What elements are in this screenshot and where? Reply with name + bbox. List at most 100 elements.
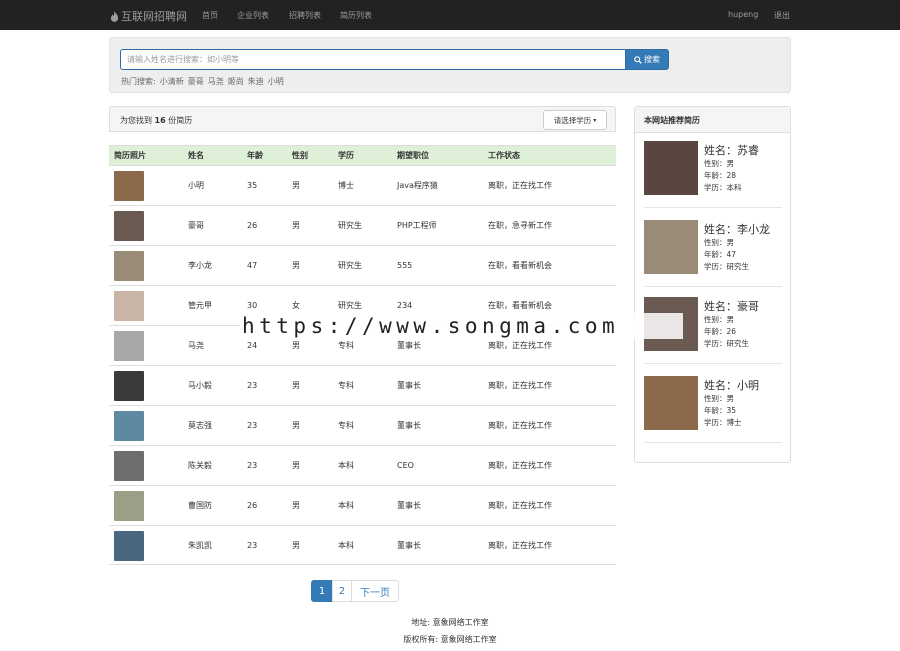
name-cell[interactable]: 曹国防 xyxy=(188,500,212,511)
recommended-panel: 本网站推荐简历 姓名：苏睿 性别：男 年龄：28 学历：本科 姓名：李小龙 性别：男 年龄：… xyxy=(634,106,791,463)
resume-photo[interactable] xyxy=(114,531,144,561)
name-cell[interactable]: 马尧 xyxy=(188,340,204,351)
results-count: 16 xyxy=(154,116,166,125)
education-cell: 本科 xyxy=(338,501,354,510)
age-cell: 47 xyxy=(247,261,258,270)
recommended-age: 年龄：28 xyxy=(704,171,737,180)
hot-term[interactable]: 小清新 xyxy=(160,76,184,87)
search-input[interactable]: 请输入姓名进行搜索：如小明等 xyxy=(120,49,626,70)
education-filter-dropdown[interactable]: 请选择学历 ▾ xyxy=(543,110,607,130)
recommended-item[interactable]: 姓名：小明 性别：男 年龄：35 学历：博士 xyxy=(644,376,782,438)
table-row[interactable]: 豪哥 26 男 研究生 PHP工程师 在职，急寻新工作 xyxy=(109,205,616,245)
resume-table: 简历照片 姓名 年龄 性别 学历 期望职位 工作状态 小明 35 男 博士 Java程序… xyxy=(109,145,616,565)
gender-cell: 男 xyxy=(292,341,300,350)
status-cell: 在职，看看新机会 xyxy=(488,261,552,270)
table-row[interactable]: 小明 35 男 博士 Java程序猿 离职，正在找工作 xyxy=(109,165,616,205)
name-cell[interactable]: 朱凯凯 xyxy=(188,540,212,551)
recommended-name[interactable]: 姓名：李小龙 xyxy=(704,221,770,237)
status-cell: 离职，正在找工作 xyxy=(488,421,552,430)
education-cell: 专科 xyxy=(338,341,354,350)
recommended-photo[interactable] xyxy=(644,220,698,274)
recommended-divider xyxy=(644,286,782,287)
col-education: 学历 xyxy=(338,151,354,160)
resume-photo[interactable] xyxy=(114,451,144,481)
job-cell: 董事长 xyxy=(397,421,421,430)
recommended-name[interactable]: 姓名：小明 xyxy=(704,377,759,393)
flame-icon xyxy=(110,10,119,22)
recommended-gender: 性别：男 xyxy=(704,315,734,324)
name-cell[interactable]: 马小毅 xyxy=(188,380,212,391)
age-cell: 35 xyxy=(247,181,258,190)
name-cell[interactable]: 莫志强 xyxy=(188,420,212,431)
hot-search-label: 热门搜索: xyxy=(121,77,156,86)
recommended-gender: 性别：男 xyxy=(704,238,734,247)
nav-companies[interactable]: 企业列表 xyxy=(237,10,269,21)
next-page-button[interactable]: 下一页 xyxy=(351,580,399,602)
recommended-education: 学历：研究生 xyxy=(704,339,749,348)
resume-photo[interactable] xyxy=(114,411,144,441)
hot-term[interactable]: 马尧 xyxy=(208,76,224,87)
status-cell: 在职，急寻新工作 xyxy=(488,221,552,230)
age-cell: 23 xyxy=(247,381,258,390)
resume-photo[interactable] xyxy=(114,251,144,281)
user-name[interactable]: hupeng xyxy=(728,10,758,19)
brand[interactable]: 互联网招聘网 xyxy=(110,8,187,24)
resume-photo[interactable] xyxy=(114,491,144,521)
education-filter-label: 请选择学历 xyxy=(553,115,592,125)
recommended-item[interactable]: 姓名：苏睿 性别：男 年龄：28 学历：本科 xyxy=(644,141,782,203)
table-body: 小明 35 男博士 Java程序猿 离职，正在找工作 豪哥 26 男研究生 PHP工程师 在职，急… xyxy=(109,165,616,565)
nav-jobs[interactable]: 招聘列表 xyxy=(289,10,321,21)
gender-cell: 男 xyxy=(292,461,300,470)
recommended-divider xyxy=(644,207,782,208)
hot-term[interactable]: 小明 xyxy=(268,76,284,87)
resume-photo[interactable] xyxy=(114,371,144,401)
recommended-name[interactable]: 姓名：豪哥 xyxy=(704,298,759,314)
table-row[interactable]: 马小毅 23 男 专科 董事长 离职，正在找工作 xyxy=(109,365,616,405)
search-button-label: 搜索 xyxy=(644,55,660,64)
footer-copyright: 版权所有: 意象网络工作室 xyxy=(403,635,497,644)
results-prefix: 为您找到 xyxy=(120,116,152,125)
gender-cell: 男 xyxy=(292,221,300,230)
nav-home[interactable]: 首页 xyxy=(202,10,218,21)
search-button[interactable]: 搜索 xyxy=(625,49,669,70)
resume-photo[interactable] xyxy=(114,291,144,321)
name-cell[interactable]: 管元甲 xyxy=(188,300,212,311)
logout-link[interactable]: 退出 xyxy=(774,10,790,21)
table-row[interactable]: 朱凯凯 23 男 本科 董事长 离职，正在找工作 xyxy=(109,525,616,565)
table-row[interactable]: 曹国防 26 男 本科 董事长 离职，正在找工作 xyxy=(109,485,616,525)
recommended-education: 学历：博士 xyxy=(704,418,742,427)
age-cell: 30 xyxy=(247,301,258,310)
resume-photo[interactable] xyxy=(114,171,144,201)
age-cell: 26 xyxy=(247,221,258,230)
table-row[interactable]: 莫志强 23 男 专科 董事长 离职，正在找工作 xyxy=(109,405,616,445)
name-cell[interactable]: 豪哥 xyxy=(188,220,204,231)
recommended-item[interactable]: 姓名：李小龙 性别：男 年龄：47 学历：研究生 xyxy=(644,220,782,282)
results-suffix: 份简历 xyxy=(168,116,193,125)
education-cell: 博士 xyxy=(338,181,354,190)
name-cell[interactable]: 小明 xyxy=(188,180,204,191)
recommended-photo[interactable] xyxy=(644,376,698,430)
page-2-button[interactable]: 2 xyxy=(332,580,352,602)
nav-resumes[interactable]: 简历列表 xyxy=(340,10,372,21)
resume-photo[interactable] xyxy=(114,331,144,361)
resume-photo[interactable] xyxy=(114,211,144,241)
recommended-age: 年龄：26 xyxy=(704,327,737,336)
status-cell: 离职，正在找工作 xyxy=(488,540,552,550)
pagination: 1 2 下一页 xyxy=(311,580,399,602)
education-cell: 本科 xyxy=(338,540,354,550)
recommended-name[interactable]: 姓名：苏睿 xyxy=(704,142,759,158)
table-header: 简历照片 姓名 年龄 性别 学历 期望职位 工作状态 xyxy=(109,145,616,165)
recommended-divider xyxy=(644,363,782,364)
hot-term[interactable]: 朱迪 xyxy=(248,76,264,87)
name-cell[interactable]: 陈关毅 xyxy=(188,460,212,471)
recommended-photo[interactable] xyxy=(644,141,698,195)
hot-term[interactable]: 豪哥 xyxy=(188,76,204,87)
job-cell: CEO xyxy=(397,461,414,470)
table-row[interactable]: 陈关毅 23 男 本科 CEO 离职，正在找工作 xyxy=(109,445,616,485)
job-cell: 234 xyxy=(397,301,413,310)
name-cell[interactable]: 李小龙 xyxy=(188,260,212,271)
status-cell: 离职，正在找工作 xyxy=(488,181,552,190)
hot-term[interactable]: 姬尚 xyxy=(228,76,244,87)
table-row[interactable]: 李小龙 47 男 研究生 555 在职，看看新机会 xyxy=(109,245,616,285)
page-1-button[interactable]: 1 xyxy=(311,580,333,602)
